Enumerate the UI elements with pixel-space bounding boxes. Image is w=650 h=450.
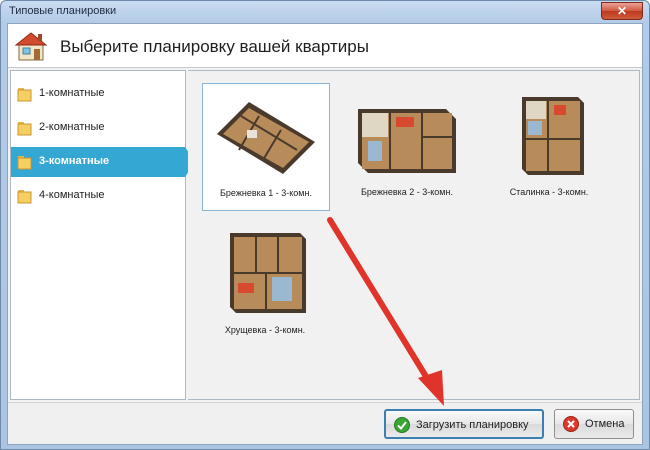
layout-label: Брежневка 2 - 3-комн. (361, 187, 453, 197)
layout-tile[interactable]: Хрущевка - 3-комн. (202, 221, 330, 349)
sidebar-item-4-room[interactable]: 4-комнатные (11, 181, 185, 211)
sidebar-item-3-room[interactable]: 3-комнатные (11, 147, 195, 177)
layout-tile[interactable]: Сталинка - 3-комн. (486, 83, 614, 211)
sidebar-item-label: 2-комнатные (39, 121, 105, 133)
sidebar-item-label: 3-комнатные (39, 155, 110, 167)
cancel-icon (563, 416, 579, 432)
floorplan-thumbnail (358, 109, 456, 173)
load-layout-label: Загрузить планировку (416, 419, 529, 431)
folder-icon (17, 88, 32, 102)
content-area: 1-комнатные 2-комнатные 3-комнатные 4-ко… (8, 68, 642, 402)
checkmark-icon (394, 417, 410, 433)
house-icon (14, 32, 48, 61)
dialog-window: Типовые планировки ✕ Выберите планировку… (0, 0, 650, 450)
category-sidebar: 1-комнатные 2-комнатные 3-комнатные 4-ко… (10, 70, 195, 400)
page-title: Выберите планировку вашей квартиры (60, 37, 369, 56)
title-bar[interactable]: Типовые планировки ✕ (1, 1, 649, 23)
folder-icon (17, 156, 32, 170)
dialog-header: Выберите планировку вашей квартиры (8, 24, 642, 68)
load-layout-button[interactable]: Загрузить планировку (384, 409, 544, 439)
window-title: Типовые планировки (9, 5, 117, 17)
layout-label: Хрущевка - 3-комн. (224, 325, 306, 335)
layout-tile[interactable]: Брежневка 1 - 3-комн. (202, 83, 330, 211)
layout-label: Сталинка - 3-комн. (509, 187, 589, 197)
layout-gallery: Брежневка 1 - 3-комн. Брежневка 2 - 3-ко… (188, 70, 640, 400)
cancel-label: Отмена (585, 418, 625, 430)
sidebar-item-1-room[interactable]: 1-комнатные (11, 79, 185, 109)
floorplan-thumbnail (217, 102, 315, 174)
folder-icon (17, 190, 32, 204)
folder-icon (17, 122, 32, 136)
sidebar-item-label: 4-комнатные (39, 189, 105, 201)
sidebar-item-label: 1-комнатные (39, 87, 105, 99)
layout-label: Брежневка 1 - 3-комн. (220, 188, 312, 198)
floorplan-thumbnail (522, 97, 584, 175)
dialog-footer: Загрузить планировку Отмена (8, 402, 642, 444)
layout-tile[interactable]: Брежневка 2 - 3-комн. (344, 83, 472, 211)
sidebar-item-2-room[interactable]: 2-комнатные (11, 113, 185, 143)
floorplan-thumbnail (230, 233, 306, 313)
close-button[interactable]: ✕ (601, 2, 643, 20)
dialog-client-area: Выберите планировку вашей квартиры 1-ком… (7, 23, 643, 445)
cancel-button[interactable]: Отмена (554, 409, 634, 439)
